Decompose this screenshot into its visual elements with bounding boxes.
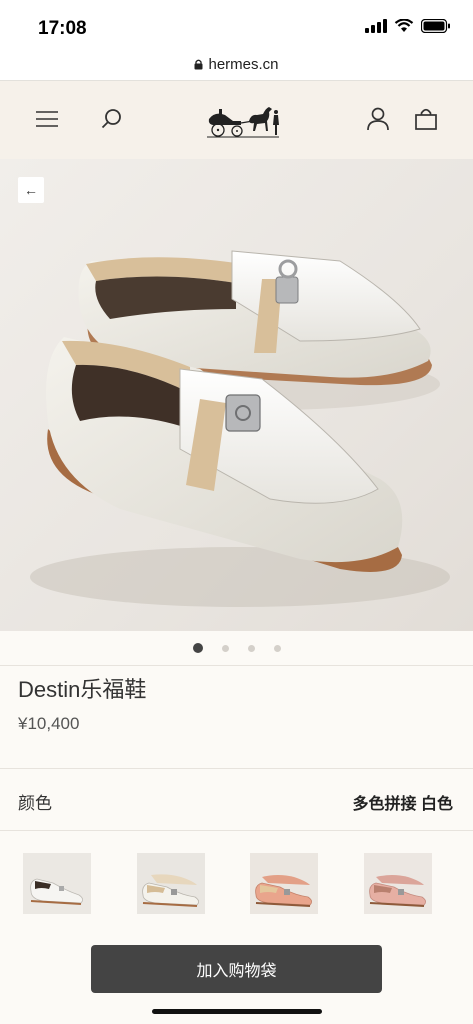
variant-thumb-white-beige[interactable] [137, 853, 205, 914]
carousel-dot[interactable] [273, 644, 281, 652]
variant-thumb-pink-rose[interactable] [364, 853, 432, 914]
color-variants [0, 853, 473, 915]
battery-icon [421, 19, 450, 33]
gallery-back-button[interactable]: ← [18, 177, 44, 203]
status-time: 17:08 [38, 18, 87, 39]
arrow-left-icon: ← [24, 182, 38, 198]
carousel-indicator [0, 631, 473, 665]
divider [0, 665, 473, 666]
home-indicator[interactable] [152, 1009, 322, 1014]
selected-color: 多色拼接 白色 [352, 796, 453, 813]
divider [0, 830, 473, 831]
lock-icon [194, 59, 203, 69]
signal-icon [365, 19, 387, 33]
search-icon[interactable] [98, 105, 126, 133]
product-title: Destin乐福鞋 [18, 677, 147, 702]
product-image[interactable]: ← [0, 159, 473, 631]
wifi-icon [394, 19, 414, 32]
add-to-bag-button[interactable]: 加入购物袋 [91, 945, 382, 993]
status-icons [365, 19, 451, 33]
carousel-dot[interactable] [221, 644, 229, 652]
browser-url-bar[interactable]: hermes.cn [0, 48, 473, 81]
variant-thumb-pink-coral[interactable] [250, 853, 318, 914]
carousel-dot[interactable] [247, 644, 255, 652]
shopping-bag-icon[interactable] [412, 105, 440, 133]
site-header [0, 81, 473, 159]
loafers-illustration [30, 250, 450, 607]
user-icon[interactable] [364, 105, 392, 133]
url-text: hermes.cn [208, 55, 279, 73]
variant-thumb-white[interactable] [23, 853, 91, 914]
hermes-logo[interactable] [205, 97, 281, 141]
product-price: ¥10,400 [18, 714, 80, 733]
carousel-dot[interactable] [192, 643, 203, 653]
divider [0, 768, 473, 769]
color-label: 颜色 [18, 794, 52, 813]
menu-icon[interactable] [33, 105, 61, 133]
status-bar: 17:08 [0, 0, 473, 48]
